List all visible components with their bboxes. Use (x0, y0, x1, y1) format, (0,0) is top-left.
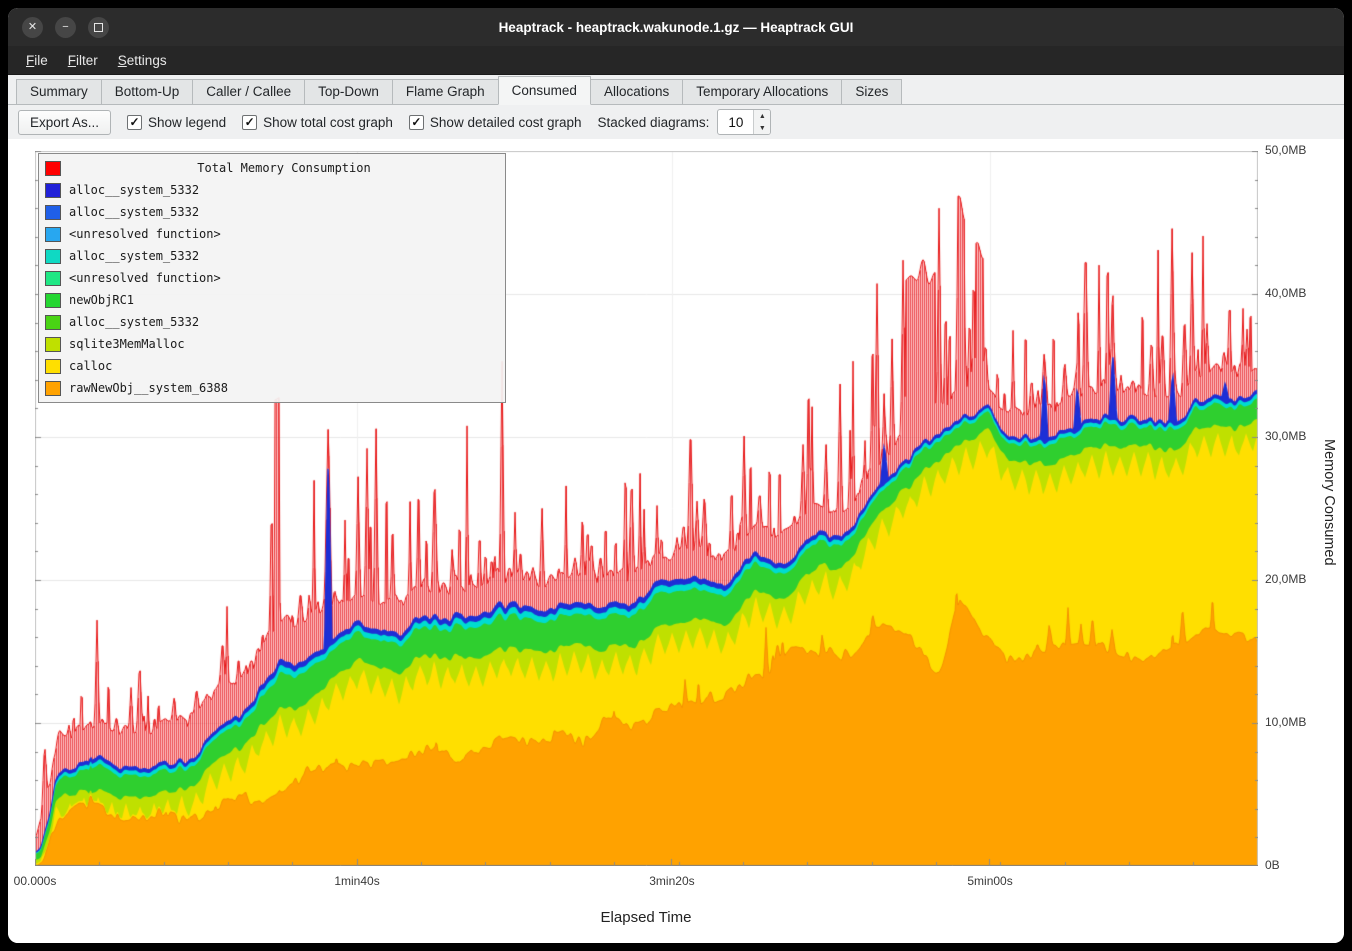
tab-consumed[interactable]: Consumed (498, 76, 591, 105)
tab-top-down[interactable]: Top-Down (304, 79, 393, 104)
x-axis-tick-label: 00.000s (14, 874, 57, 888)
y-axis-title: Memory Consumed (1321, 439, 1337, 566)
legend-color-swatch (45, 205, 61, 220)
legend-item: newObjRC1 (45, 289, 499, 311)
y-axis-tick-label: 40,0MB (1265, 286, 1306, 300)
tab-caller-callee[interactable]: Caller / Callee (192, 79, 305, 104)
minimize-icon: − (62, 22, 68, 33)
stacked-diagrams-label: Stacked diagrams: (598, 115, 710, 130)
consumed-chart-area: Total Memory Consumption alloc__system_53… (8, 139, 1344, 943)
menu-filter[interactable]: Filter (58, 49, 108, 72)
export-as-button[interactable]: Export As... (18, 110, 111, 135)
window-controls: ✕ − (22, 8, 109, 46)
checkbox-show-legend[interactable]: ✓ Show legend (127, 115, 226, 130)
menu-settings[interactable]: Settings (108, 49, 177, 72)
legend-item: alloc__system_5332 (45, 245, 499, 267)
x-axis-tick-label: 1min40s (334, 874, 379, 888)
checkbox-group: ✓ Show legend ✓ Show total cost graph ✓ Show … (127, 115, 582, 130)
chevron-down-icon: ▼ (759, 125, 766, 132)
legend-item: rawNewObj__system_6388 (45, 377, 499, 399)
stacked-diagrams-group: Stacked diagrams: 10 ▲ ▼ (598, 109, 772, 135)
legend-color-swatch (45, 227, 61, 242)
legend-item-label: alloc__system_5332 (69, 315, 199, 329)
legend-item: alloc__system_5332 (45, 311, 499, 333)
menu-file[interactable]: File (16, 49, 58, 72)
legend-color-swatch (45, 249, 61, 264)
maximize-icon (94, 23, 103, 32)
y-axis-tick-label: 20,0MB (1265, 572, 1306, 586)
legend-color-swatch (45, 183, 61, 198)
legend-color-swatch (45, 271, 61, 286)
y-axis-tick-label: 30,0MB (1265, 429, 1306, 443)
legend-item: <unresolved function> (45, 267, 499, 289)
stacked-diagrams-decrement[interactable]: ▼ (754, 122, 770, 134)
titlebar: ✕ − Heaptrack - heaptrack.wakunode.1.gz … (8, 8, 1344, 46)
tab-temporary-allocations[interactable]: Temporary Allocations (682, 79, 842, 104)
tab-allocations[interactable]: Allocations (590, 79, 683, 104)
checkmark-icon: ✓ (242, 115, 257, 130)
x-axis-title: Elapsed Time (601, 909, 692, 926)
legend-item-label: newObjRC1 (69, 293, 134, 307)
checkmark-icon: ✓ (409, 115, 424, 130)
close-button[interactable]: ✕ (22, 17, 43, 38)
maximize-button[interactable] (88, 17, 109, 38)
y-axis-tick-label: 10,0MB (1265, 715, 1306, 729)
legend-item: alloc__system_5332 (45, 201, 499, 223)
tab-bar: SummaryBottom-UpCaller / CalleeTop-DownF… (8, 75, 1344, 105)
legend-item-label: alloc__system_5332 (69, 205, 199, 219)
x-axis-tick-label: 3min20s (649, 874, 694, 888)
legend-color-swatch (45, 161, 61, 176)
tab-flame-graph[interactable]: Flame Graph (392, 79, 499, 104)
stacked-diagrams-increment[interactable]: ▲ (754, 110, 770, 122)
checkbox-show-total-cost-graph[interactable]: ✓ Show total cost graph (242, 115, 393, 130)
legend-item-label: alloc__system_5332 (69, 249, 199, 263)
tab-summary[interactable]: Summary (16, 79, 102, 104)
x-axis-tick-label: 5min00s (967, 874, 1012, 888)
legend-item: alloc__system_5332 (45, 179, 499, 201)
checkbox-label: Show legend (148, 115, 226, 130)
spin-buttons: ▲ ▼ (753, 110, 770, 134)
tab-bottom-up[interactable]: Bottom-Up (101, 79, 194, 104)
legend-item: sqlite3MemMalloc (45, 333, 499, 355)
toolbar: Export As... ✓ Show legend ✓ Show total cos… (8, 105, 1344, 139)
window-title: Heaptrack - heaptrack.wakunode.1.gz — He… (8, 20, 1344, 35)
heaptrack-window: ✕ − Heaptrack - heaptrack.wakunode.1.gz … (8, 8, 1344, 943)
y-axis-tick-label: 50,0MB (1265, 143, 1306, 157)
legend-item: calloc (45, 355, 499, 377)
legend-color-swatch (45, 293, 61, 308)
checkmark-icon: ✓ (127, 115, 142, 130)
checkbox-show-detailed-cost-graph[interactable]: ✓ Show detailed cost graph (409, 115, 582, 130)
legend-item-label: sqlite3MemMalloc (69, 337, 185, 351)
checkbox-label: Show detailed cost graph (430, 115, 582, 130)
legend-item-label: calloc (69, 359, 112, 373)
checkbox-label: Show total cost graph (263, 115, 393, 130)
legend-item-label: alloc__system_5332 (69, 183, 199, 197)
legend-item-label: <unresolved function> (69, 227, 221, 241)
chart-legend: Total Memory Consumption alloc__system_53… (38, 153, 506, 403)
legend-color-swatch (45, 359, 61, 374)
legend-title: Total Memory Consumption (69, 161, 499, 175)
y-axis-tick-label: 0B (1265, 858, 1280, 872)
minimize-button[interactable]: − (55, 17, 76, 38)
chevron-up-icon: ▲ (759, 113, 766, 120)
legend-item-label: rawNewObj__system_6388 (69, 381, 228, 395)
legend-item-label: <unresolved function> (69, 271, 221, 285)
menu-bar: FileFilterSettings (8, 46, 1344, 75)
legend-color-swatch (45, 381, 61, 396)
tab-sizes[interactable]: Sizes (841, 79, 902, 104)
legend-color-swatch (45, 315, 61, 330)
legend-title-row: Total Memory Consumption (45, 157, 499, 179)
legend-color-swatch (45, 337, 61, 352)
stacked-diagrams-spinbox[interactable]: 10 ▲ ▼ (717, 109, 771, 135)
stacked-diagrams-value: 10 (718, 110, 753, 134)
close-icon: ✕ (28, 22, 37, 33)
legend-item: <unresolved function> (45, 223, 499, 245)
